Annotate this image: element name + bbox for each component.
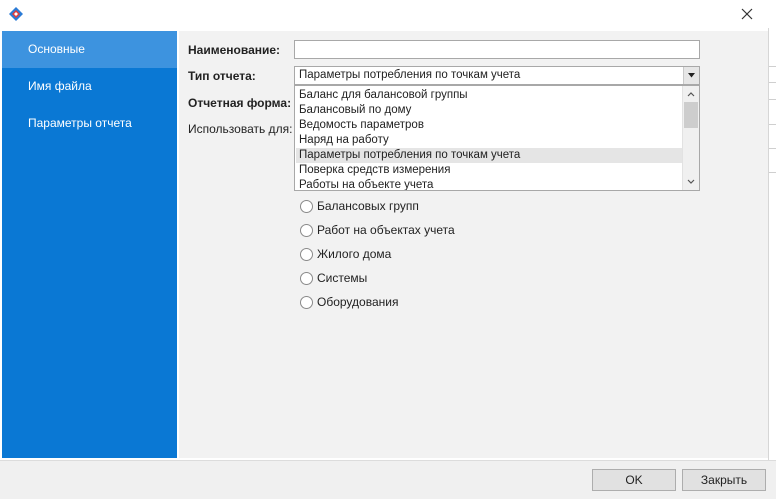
radio-label: Балансовых групп <box>317 199 419 213</box>
sidebar: Основные Имя файла Параметры отчета <box>2 31 177 458</box>
dropdown-option[interactable]: Работы на объекте учета <box>296 178 684 190</box>
radio-circle[interactable] <box>300 272 313 285</box>
main-panel: Наименование: Тип отчета: Параметры потр… <box>179 31 768 458</box>
report-type-value: Параметры потребления по точкам учета <box>299 69 521 81</box>
dialog-body: Основные Имя файла Параметры отчета Наим… <box>2 31 768 458</box>
radio-circle[interactable] <box>300 296 313 309</box>
report-form-label: Отчетная форма: <box>188 96 292 110</box>
use-for-label: Использовать для: <box>188 122 293 136</box>
report-type-label: Тип отчета: <box>188 69 256 83</box>
ok-button[interactable]: OK <box>592 469 676 491</box>
background-window-edge <box>768 28 776 460</box>
dropdown-scrollbar[interactable] <box>682 86 699 190</box>
radio-circle[interactable] <box>300 248 313 261</box>
radio-label: Системы <box>317 271 368 285</box>
radio-label: Жилого дома <box>317 247 392 261</box>
title-bar <box>0 0 776 28</box>
app-logo-icon <box>9 7 23 21</box>
dropdown-option[interactable]: Ведомость параметров <box>296 118 684 133</box>
dropdown-button[interactable] <box>683 67 699 84</box>
scrollbar-thumb[interactable] <box>684 102 698 128</box>
radio-circle[interactable] <box>300 200 313 213</box>
name-input[interactable] <box>294 40 700 59</box>
report-type-select[interactable]: Параметры потребления по точкам учета <box>294 66 700 85</box>
dropdown-option[interactable]: Баланс для балансовой группы <box>296 88 684 103</box>
scroll-down-icon[interactable] <box>684 176 698 188</box>
sidebar-item-report-params[interactable]: Параметры отчета <box>2 105 177 142</box>
dropdown-option[interactable]: Балансовый по дому <box>296 103 684 118</box>
report-type-dropdown-list: Баланс для балансовой группы Балансовый … <box>294 85 700 191</box>
radio-label: Оборудования <box>317 295 399 309</box>
sidebar-item-file-name[interactable]: Имя файла <box>2 68 177 105</box>
dropdown-option-selected[interactable]: Параметры потребления по точкам учета <box>296 148 684 163</box>
name-label: Наименование: <box>188 43 281 57</box>
radio-circle[interactable] <box>300 224 313 237</box>
radio-label: Работ на объектах учета <box>317 223 455 237</box>
dialog-footer: OK Закрыть <box>0 460 776 499</box>
dropdown-option[interactable]: Поверка средств измерения <box>296 163 684 178</box>
sidebar-item-main[interactable]: Основные <box>2 31 177 68</box>
scroll-up-icon[interactable] <box>684 88 698 100</box>
chevron-down-icon <box>688 73 695 78</box>
dropdown-option[interactable]: Наряд на работу <box>296 133 684 148</box>
close-icon[interactable] <box>736 3 758 25</box>
close-button[interactable]: Закрыть <box>682 469 766 491</box>
